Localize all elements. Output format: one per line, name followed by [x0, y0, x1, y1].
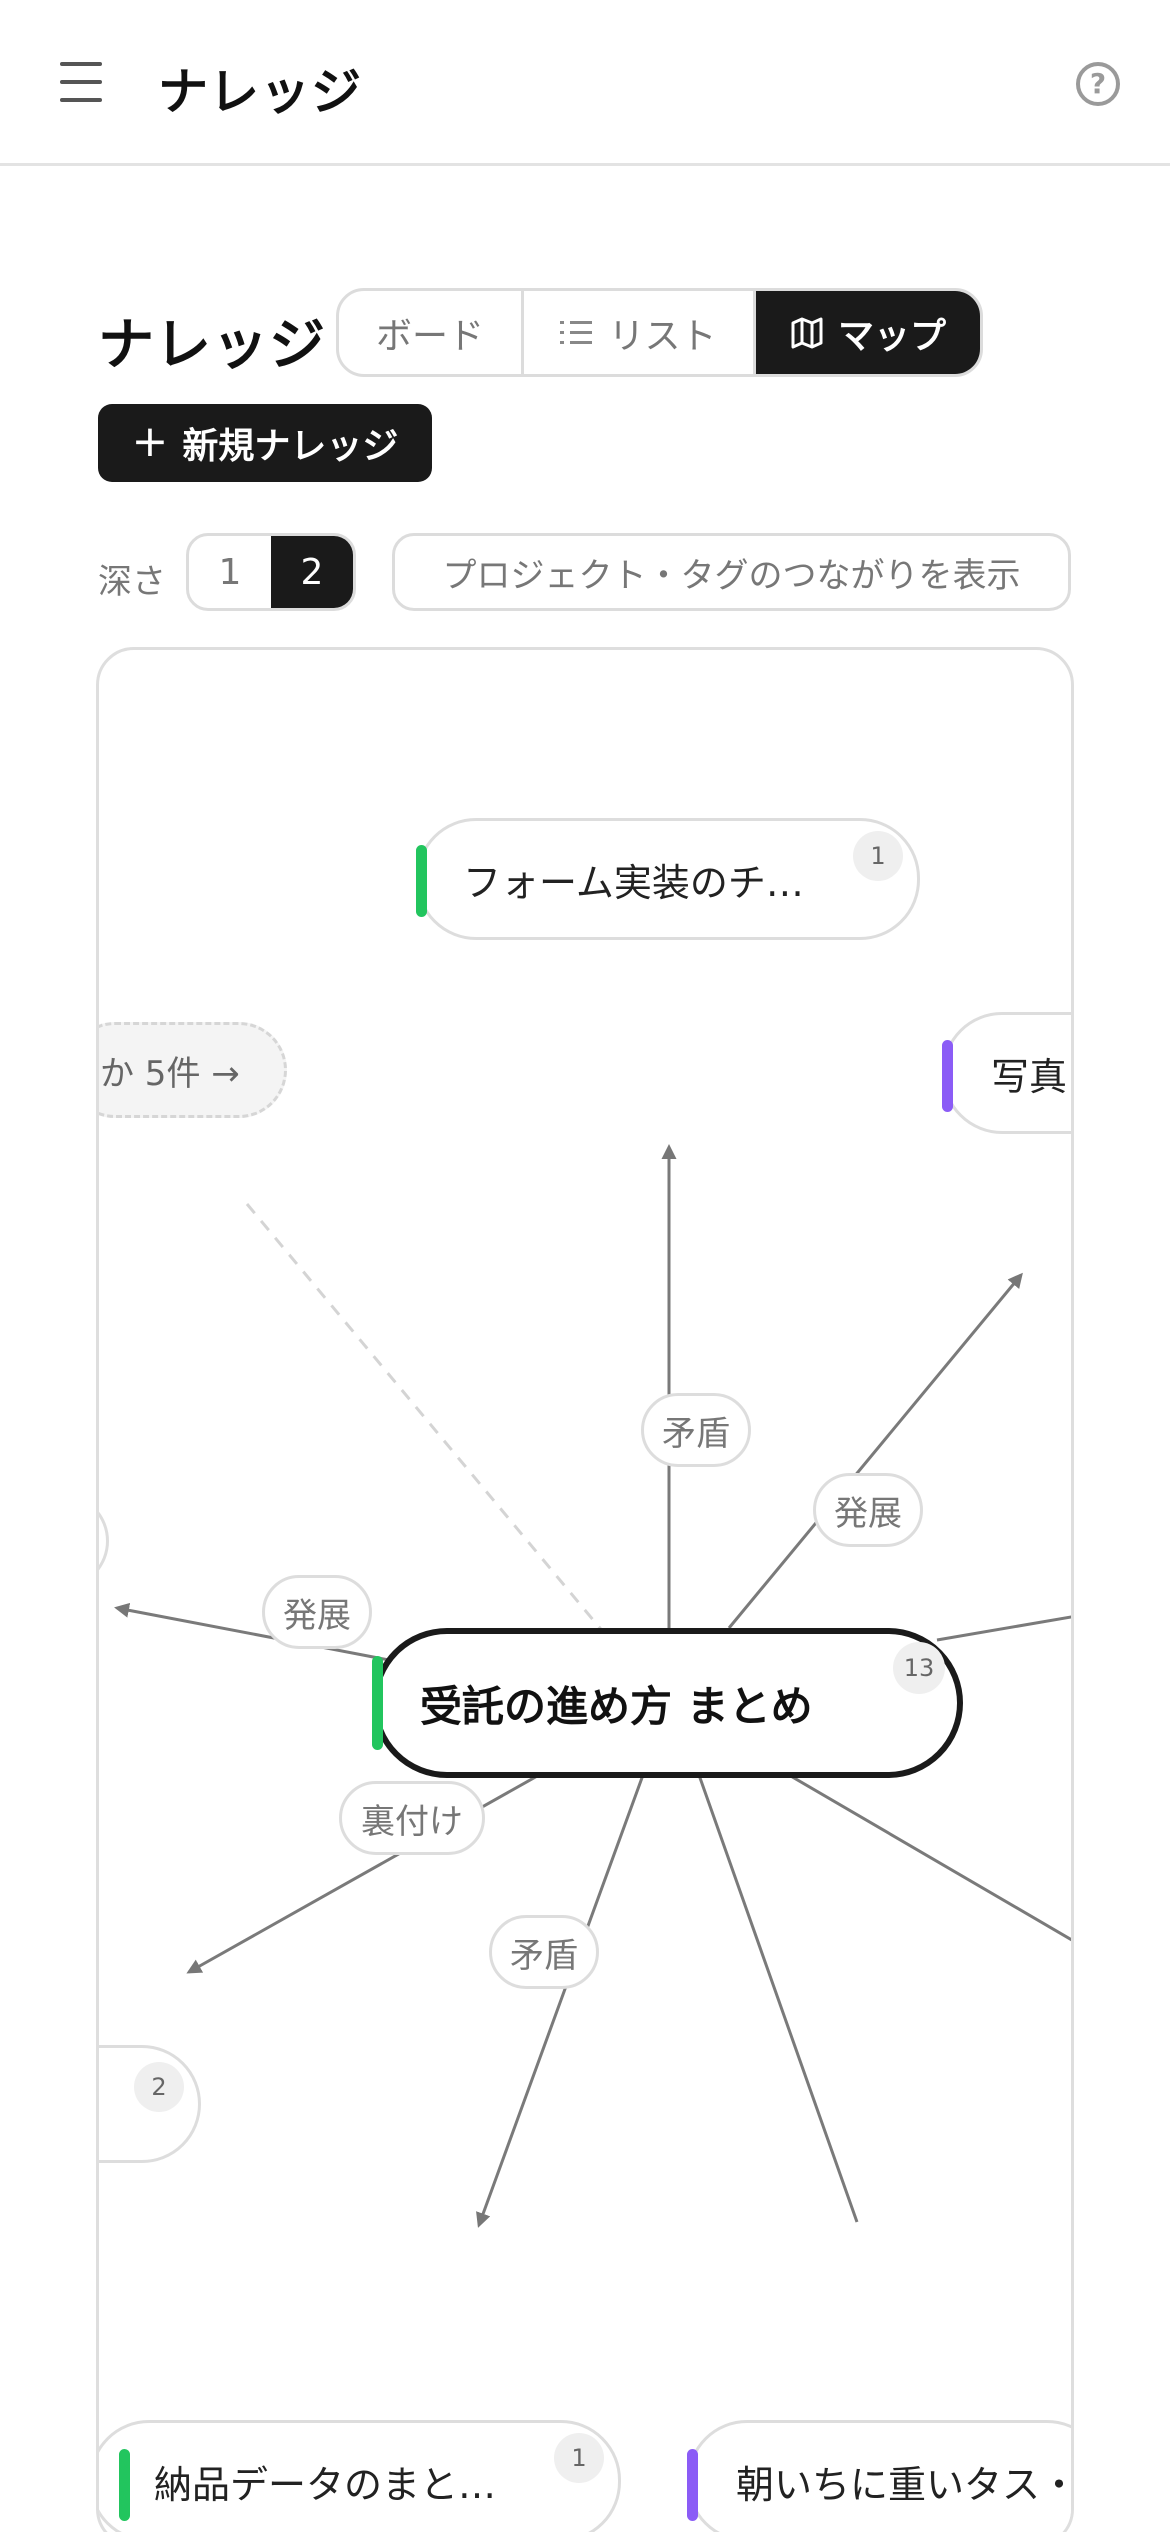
help-icon[interactable]: ?	[1076, 62, 1120, 106]
more-nodes-chip[interactable]: か 5件 →	[99, 1022, 287, 1118]
tab-board-label: ボード	[375, 315, 484, 357]
node-color-bar	[372, 1656, 383, 1750]
tab-board[interactable]: ボード	[339, 291, 521, 374]
edge-label: 発展	[813, 1473, 923, 1547]
map-node[interactable]: 朝いちに重いタス・	[687, 2420, 1074, 2532]
tab-map[interactable]: マップ	[753, 291, 980, 374]
node-label: 納品データのまと…	[154, 2462, 497, 2507]
edge	[936, 1615, 1071, 1642]
more-nodes-label: か 5件 →	[100, 1053, 240, 1094]
node-label: フォーム実装のチ…	[463, 860, 804, 905]
edge-label: 矛盾	[489, 1915, 599, 1989]
edge-dashed	[245, 1203, 606, 1634]
knowledge-map[interactable]: か 5件 → 2 フォーム実装のチ… 1 写真 納品データのまと… 1 朝いちに…	[96, 647, 1074, 2532]
node-color-bar	[942, 1040, 953, 1112]
app-header: ナレッジ ?	[0, 0, 1170, 166]
tab-list[interactable]: リスト	[521, 291, 753, 374]
hamburger-menu-icon[interactable]	[56, 60, 106, 104]
depth-toggle: 1 2	[186, 533, 356, 611]
node-count-badge: 2	[134, 2062, 184, 2112]
edge	[476, 1774, 645, 2228]
center-node-title: 受託の進め方 まとめ	[420, 1681, 813, 1731]
node-count-badge: 1	[853, 831, 903, 881]
plus-icon: +	[131, 415, 169, 467]
tab-list-label: リスト	[608, 315, 717, 357]
node-color-bar	[416, 845, 427, 917]
edge	[727, 1272, 1023, 1629]
node-count-badge: 13	[893, 1642, 945, 1694]
depth-option-2[interactable]: 2	[271, 536, 353, 608]
list-icon	[560, 318, 594, 348]
node-color-bar	[119, 2449, 130, 2521]
map-node[interactable]: 写真	[942, 1012, 1071, 1134]
edge	[788, 1773, 1071, 1942]
node-label: 朝いちに重いタス・	[736, 2462, 1074, 2507]
header-title: ナレッジ	[158, 63, 362, 121]
edge	[697, 1774, 859, 2223]
map-node[interactable]: 納品データのまと… 1	[99, 2420, 621, 2532]
page-title: ナレッジ	[98, 313, 326, 378]
edge-label: 矛盾	[641, 1393, 751, 1467]
depth-label: 深さ	[98, 562, 166, 602]
edge-label: 裏付け	[339, 1781, 485, 1855]
new-knowledge-button[interactable]: + 新規ナレッジ	[98, 404, 432, 482]
map-node[interactable]: フォーム実装のチ… 1	[416, 818, 920, 940]
depth-option-1[interactable]: 1	[189, 536, 271, 608]
show-connections-button[interactable]: プロジェクト・タグのつながりを表示	[392, 533, 1071, 611]
node-count-badge: 1	[554, 2433, 604, 2483]
node-color-bar	[687, 2449, 698, 2521]
map-icon	[790, 317, 824, 349]
node-label: 写真	[991, 1054, 1068, 1099]
new-knowledge-label: 新規ナレッジ	[182, 426, 399, 467]
view-toggle: ボード リスト マップ	[336, 288, 983, 377]
tab-map-label: マップ	[837, 315, 946, 357]
edge-label: 発展	[262, 1575, 372, 1649]
center-node[interactable]: 受託の進め方 まとめ 13	[372, 1628, 963, 1778]
